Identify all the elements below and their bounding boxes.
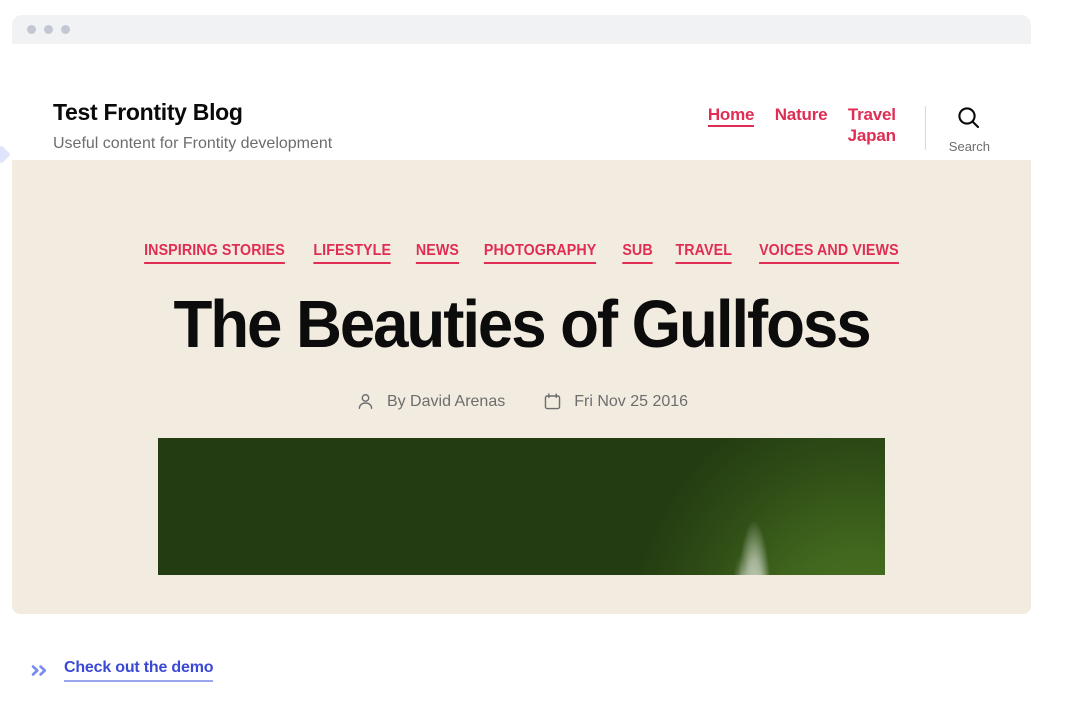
post-categories: INSPIRING STORIES LIFESTYLE NEWS PHOTOGR… [12,160,1031,264]
site-branding[interactable]: Test Frontity Blog Useful content for Fr… [53,44,332,153]
header-divider [924,106,926,150]
search-icon [956,105,982,134]
window-dot-maximize[interactable] [61,25,70,34]
calendar-icon [542,391,563,412]
search-label: Search [948,139,990,154]
check-out-demo-link[interactable]: Check out the demo [31,659,214,682]
nav-item-japan[interactable]: Japan [848,127,896,146]
category-photography[interactable]: PHOTOGRAPHY [484,242,597,264]
category-news[interactable]: NEWS [415,242,459,264]
window-dot-close[interactable] [27,25,36,34]
nav-item-home[interactable]: Home [707,106,754,127]
category-travel[interactable]: TRAVEL [675,242,732,264]
post-date: Fri Nov 25 2016 [542,391,688,412]
featured-image-container[interactable] [158,438,885,575]
browser-window: Test Frontity Blog Useful content for Fr… [12,15,1031,614]
category-inspiring-stories[interactable]: INSPIRING STORIES [144,242,285,264]
nav-item-nature[interactable]: Nature [775,106,828,125]
hero-section: INSPIRING STORIES LIFESTYLE NEWS PHOTOGR… [12,160,1031,614]
demo-link-label: Check out the demo [64,659,214,682]
category-sub[interactable]: SUB [621,242,653,264]
category-lifestyle[interactable]: LIFESTYLE [313,242,392,264]
browser-titlebar [12,15,1031,44]
person-icon [355,391,376,412]
nav-item-travel[interactable]: Travel [848,106,896,125]
left-edge-marker [0,145,11,164]
featured-image[interactable] [158,438,885,575]
post-title: The Beauties of Gullfoss [173,287,871,362]
header-right-group: Home Nature Travel Japan About Us Se [638,44,990,178]
window-dot-minimize[interactable] [44,25,53,34]
category-voices-and-views[interactable]: VOICES AND VIEWS [759,242,899,264]
search-button[interactable]: Search [949,105,990,154]
site-title[interactable]: Test Frontity Blog [53,99,332,125]
post-meta: By David Arenas Fri Nov 25 2016 [12,391,1031,412]
site-tagline: Useful content for Frontity development [53,135,333,153]
double-chevron-right-icon [31,663,50,678]
demo-link-bar: Check out the demo [0,648,1080,693]
nav-row-1: Home Nature Travel Japan [638,106,896,146]
post-author: By David Arenas [355,391,505,412]
post-author-name: By David Arenas [386,392,506,410]
site-header: Test Frontity Blog Useful content for Fr… [12,44,1031,176]
post-date-value: Fri Nov 25 2016 [574,392,689,410]
